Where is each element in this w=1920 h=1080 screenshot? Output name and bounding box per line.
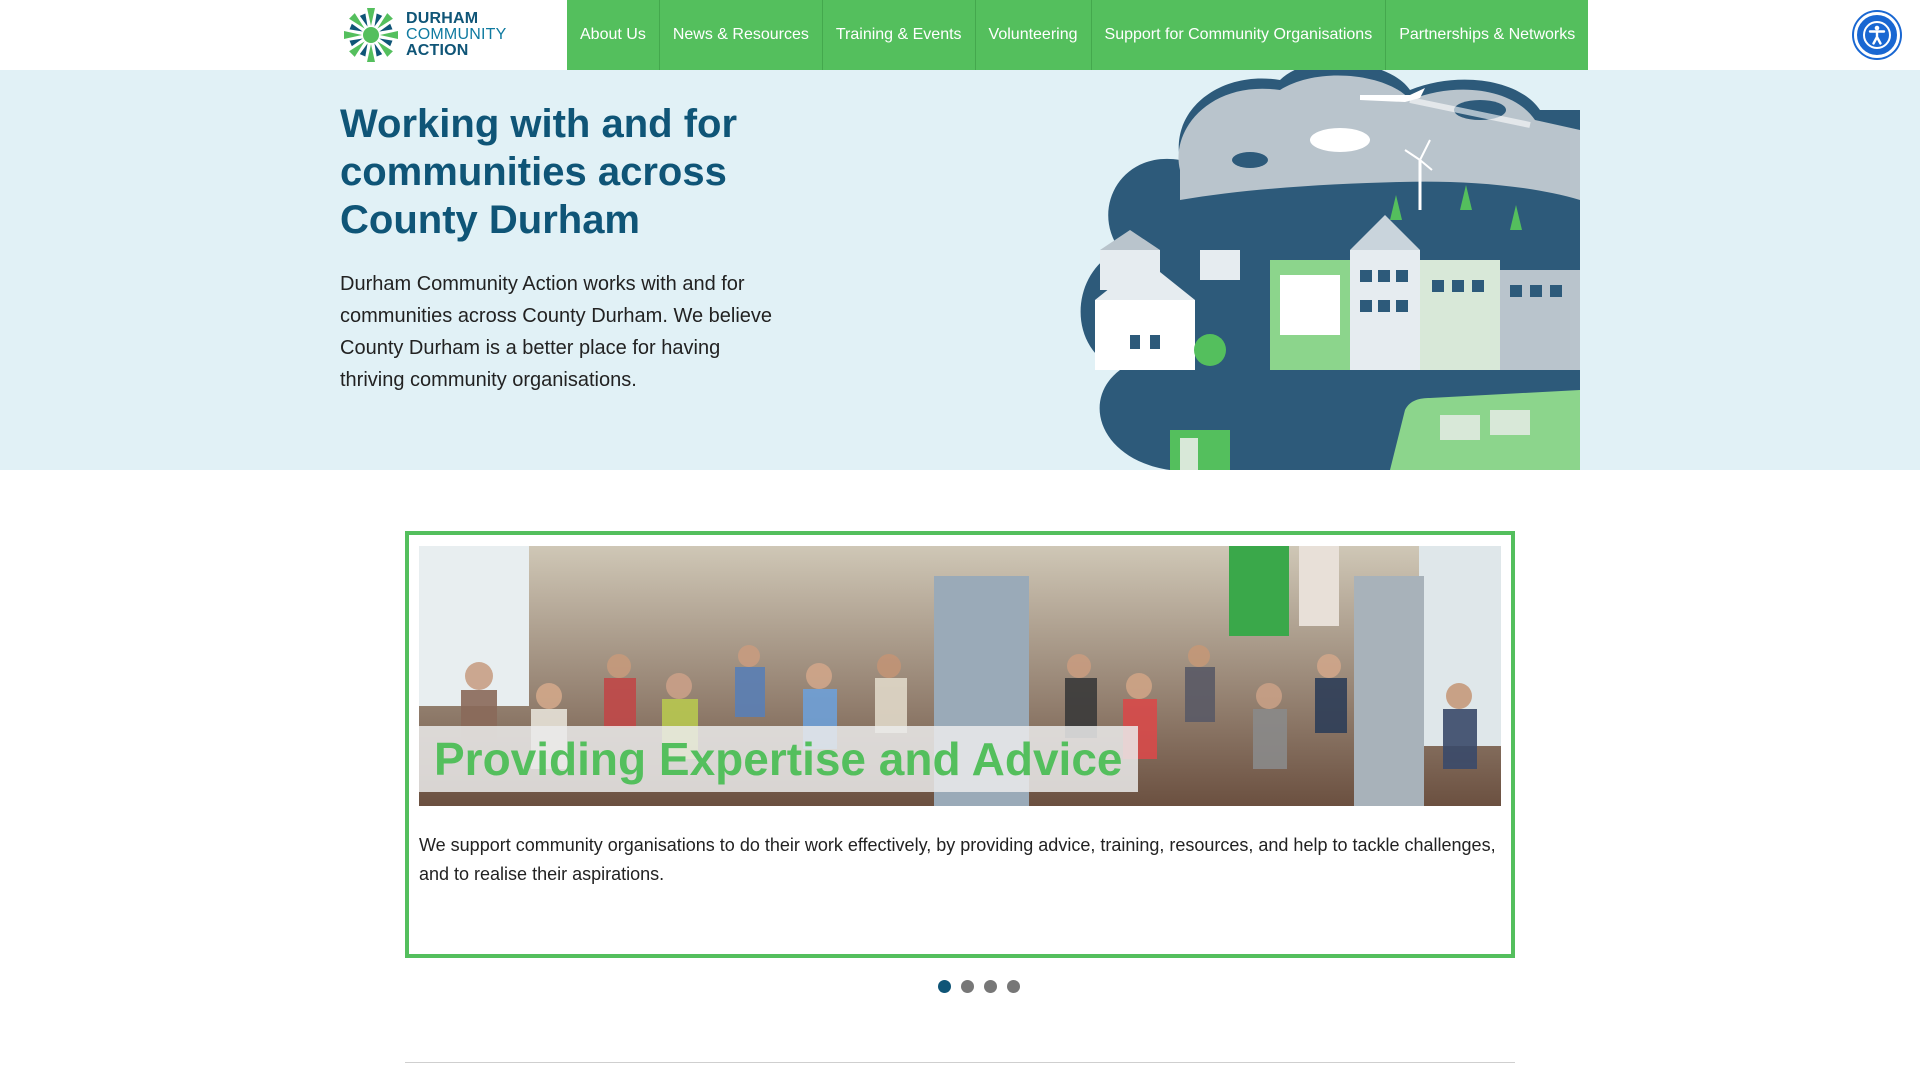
main-nav: About Us News & Resources Training & Eve… xyxy=(567,0,1589,70)
accessibility-icon xyxy=(1863,21,1891,49)
hero-description: Durham Community Action works with and f… xyxy=(340,273,773,391)
accessibility-button[interactable] xyxy=(1854,12,1900,58)
logo-flower-icon xyxy=(344,8,398,62)
nav-item-about-us[interactable]: About Us xyxy=(567,0,660,70)
slide-description: We support community organisations to do… xyxy=(419,835,1496,884)
slider-dot-3[interactable] xyxy=(984,980,997,993)
logo-line-1: DURHAM xyxy=(406,10,479,27)
slider-dot-2[interactable] xyxy=(961,980,974,993)
hero-town-illustration xyxy=(1080,70,1580,470)
logo-line-2: COMMUNITY xyxy=(406,26,507,43)
logo-line-3: ACTION xyxy=(406,42,469,59)
featured-slider: Providing Expertise and Advice We suppor… xyxy=(405,531,1515,958)
nav-item-volunteering[interactable]: Volunteering xyxy=(976,0,1092,70)
nav-item-news-resources[interactable]: News & Resources xyxy=(660,0,823,70)
site-logo[interactable]: DURHAM COMMUNITY ACTION xyxy=(340,4,515,66)
hero-section: Working with and for communities across … xyxy=(0,70,1920,470)
hero-title: Working with and for communities across … xyxy=(340,102,738,242)
nav-item-partnerships-networks[interactable]: Partnerships & Networks xyxy=(1386,0,1588,70)
slider-dot-4[interactable] xyxy=(1007,980,1020,993)
slider-dot-1[interactable] xyxy=(938,980,951,993)
nav-item-support-community-organisations[interactable]: Support for Community Organisations xyxy=(1092,0,1387,70)
slider-pagination xyxy=(938,980,1020,993)
slide-caption: Providing Expertise and Advice xyxy=(419,726,1138,792)
logo-wordmark: DURHAM COMMUNITY ACTION xyxy=(406,11,506,59)
section-divider xyxy=(405,1062,1515,1063)
nav-item-training-events[interactable]: Training & Events xyxy=(823,0,976,70)
site-header: DURHAM COMMUNITY ACTION About Us News & … xyxy=(0,0,1920,70)
